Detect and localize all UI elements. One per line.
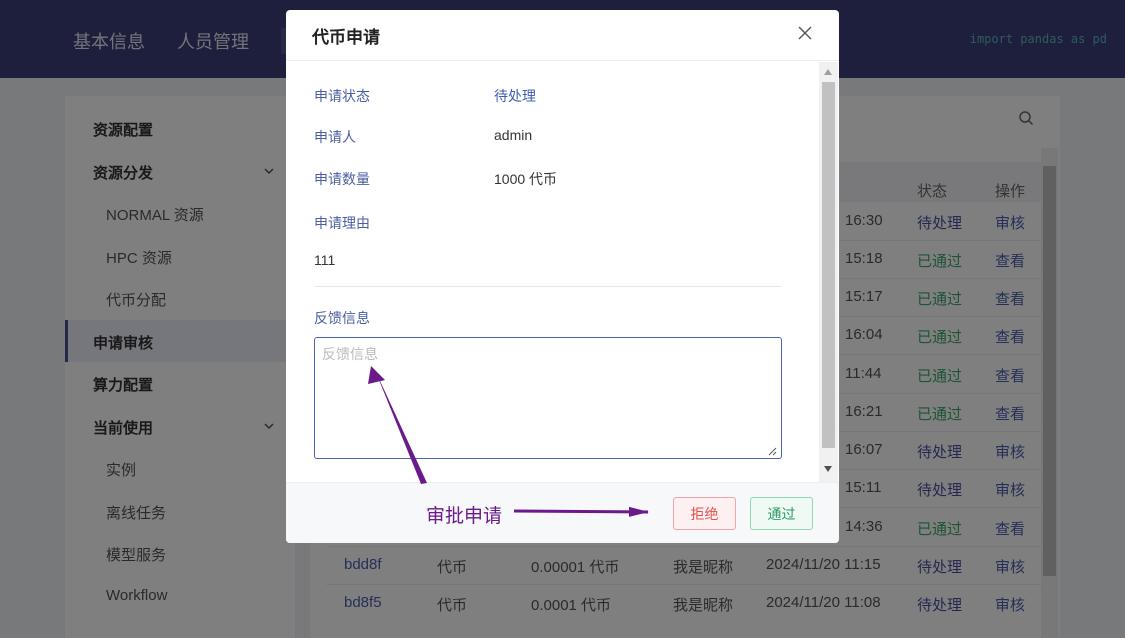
reason-label: 申请理由	[314, 215, 370, 231]
token-application-dialog: 代币申请 申请状态 待处理 申请人 admin 申请数量 1000 代币 申请理…	[286, 10, 839, 543]
reject-button[interactable]: 拒绝	[673, 497, 736, 530]
status-value: 待处理	[494, 88, 536, 104]
close-icon[interactable]	[797, 25, 813, 41]
amount-value: 1000 代币	[494, 171, 558, 187]
status-label: 申请状态	[314, 88, 370, 104]
dialog-scrollbar-thumb[interactable]	[822, 82, 835, 448]
dialog-scrollbar[interactable]	[819, 62, 838, 482]
dialog-title: 代币申请	[312, 28, 380, 47]
dialog-footer: 审批申请 拒绝 通过	[286, 482, 839, 543]
feedback-label: 反馈信息	[314, 310, 370, 326]
feedback-textarea[interactable]	[314, 337, 782, 459]
annotation-approve-label: 审批申请	[426, 506, 503, 527]
scroll-up-arrow-icon[interactable]	[824, 69, 832, 75]
dialog-body-divider	[314, 286, 782, 287]
pass-button[interactable]: 通过	[750, 497, 813, 530]
amount-label: 申请数量	[314, 171, 370, 187]
dialog-header-divider	[286, 60, 839, 61]
reason-value: 111	[314, 252, 336, 268]
applicant-value: admin	[494, 127, 533, 143]
applicant-label: 申请人	[314, 129, 356, 145]
scroll-down-arrow-icon[interactable]	[824, 466, 832, 472]
resize-grip-icon[interactable]	[767, 446, 777, 456]
